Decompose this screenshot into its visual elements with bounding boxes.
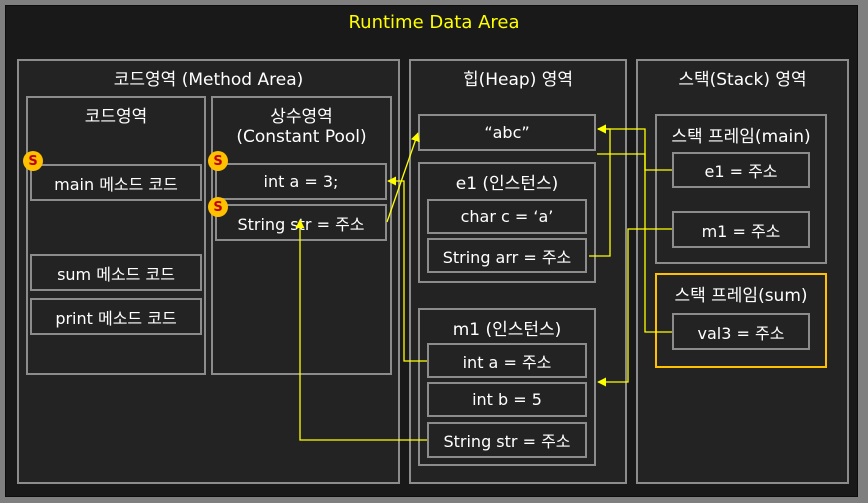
arrow-stack-e1-to-e1-instance <box>597 153 672 171</box>
arrow-str-to-abc <box>386 132 420 223</box>
reference-arrows <box>295 124 672 441</box>
arrow-e1-arr-to-abc <box>589 124 611 257</box>
arrow-val3-to-abc <box>597 124 672 333</box>
arrow-m1-a-to-constant-a <box>387 176 427 362</box>
arrow-stack-m1-to-m1-instance <box>597 228 672 387</box>
arrow-m1-str-to-constant-str <box>295 219 427 441</box>
